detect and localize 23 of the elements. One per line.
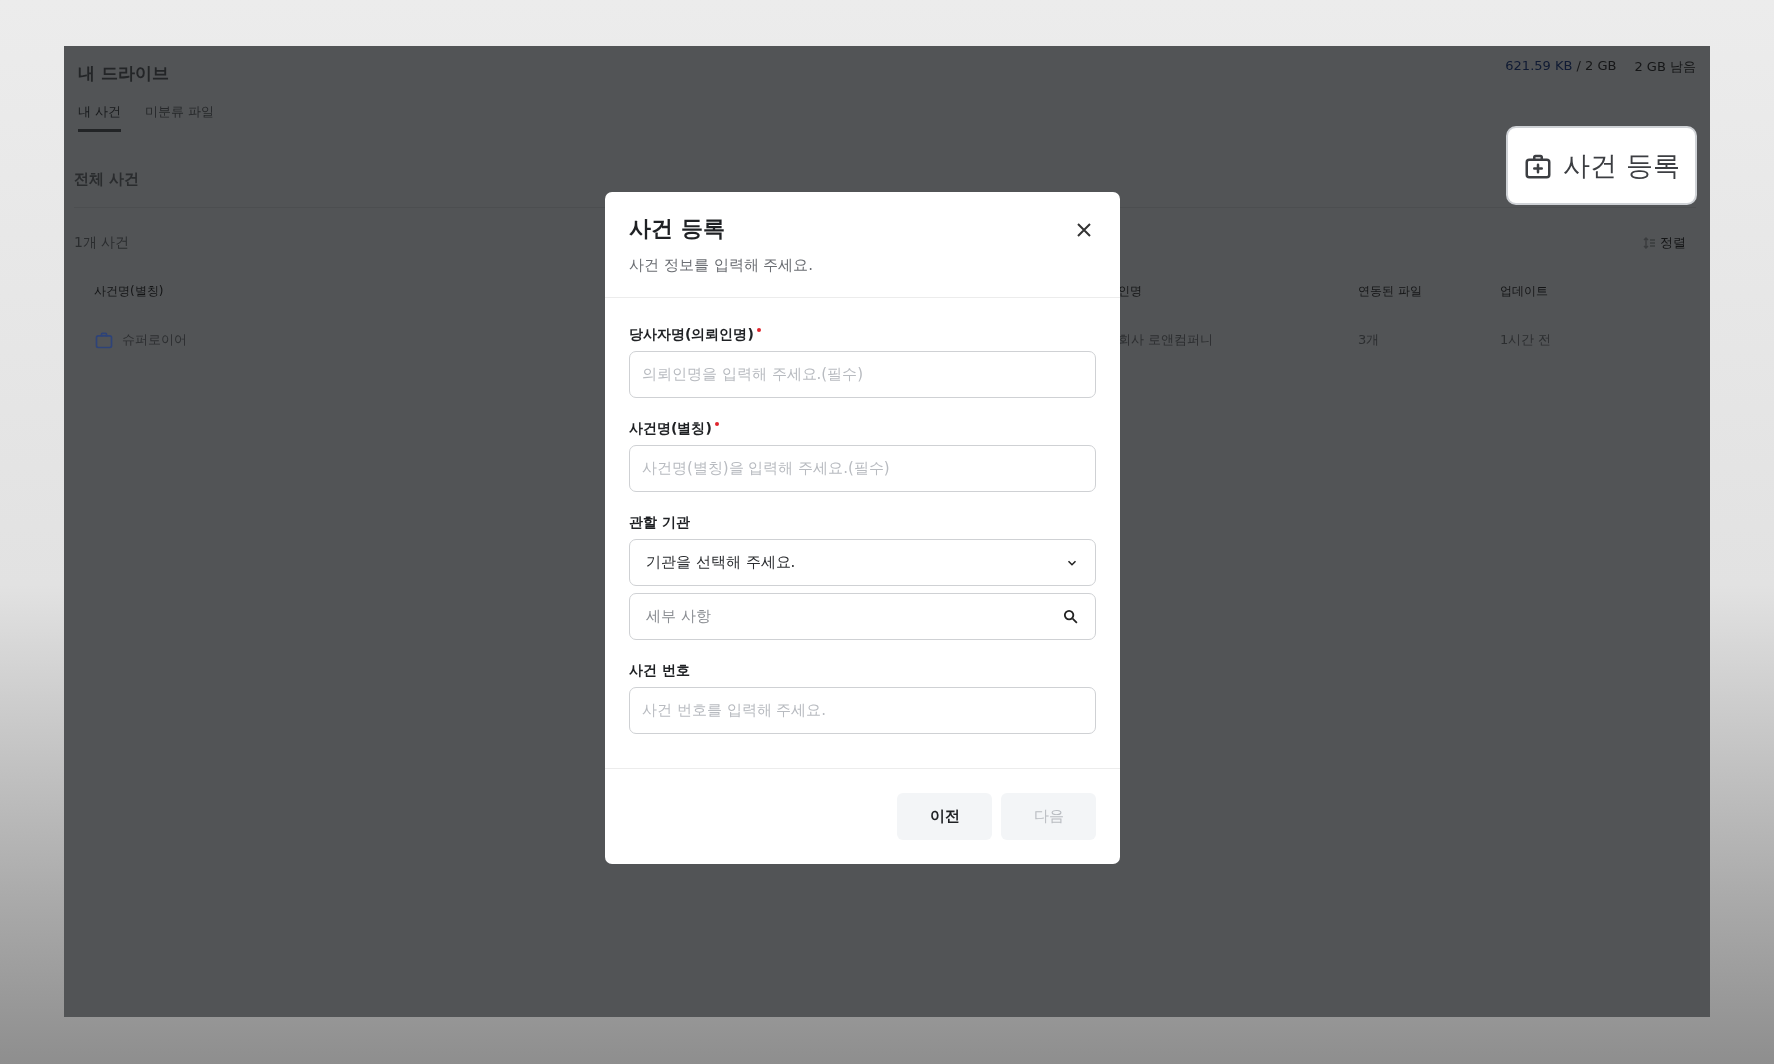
column-header: 연동된 파일 [1358, 284, 1422, 298]
sort-button[interactable]: 정렬 [1643, 234, 1686, 252]
storage-remaining: 2 GB 남음 [1634, 58, 1696, 76]
sort-icon [1643, 237, 1656, 249]
storage-usage: 621.59 KB / 2 GB [1505, 58, 1617, 75]
field-label: 당사자명(의뢰인명) [629, 326, 754, 344]
column-header: 인명 [1118, 284, 1142, 298]
search-field[interactable]: 세부 사항 [629, 593, 1096, 640]
register-case-button[interactable]: 사건 등록 [1506, 126, 1697, 205]
input-field[interactable]: 사건 번호를 입력해 주세요. [629, 687, 1096, 734]
search-icon [1062, 608, 1079, 625]
previous-button[interactable]: 이전 [897, 793, 992, 840]
field-label: 관할 기관 [629, 514, 690, 532]
dialog-subtitle: 사건 정보를 입력해 주세요. [629, 256, 814, 275]
dialog-title: 사건 등록 [629, 215, 726, 243]
column-header: 사건명(별칭) [94, 284, 164, 298]
field-label: 사건 번호 [629, 662, 690, 680]
field-label: 사건명(별칭) [629, 420, 712, 438]
select-field[interactable]: 기관을 선택해 주세요. [629, 539, 1096, 586]
briefcase-icon [94, 330, 114, 350]
input-field[interactable]: 의뢰인명을 입력해 주세요.(필수) [629, 351, 1096, 398]
input-field[interactable]: 사건명(별칭)을 입력해 주세요.(필수) [629, 445, 1096, 492]
column-header: 업데이트 [1500, 284, 1548, 298]
